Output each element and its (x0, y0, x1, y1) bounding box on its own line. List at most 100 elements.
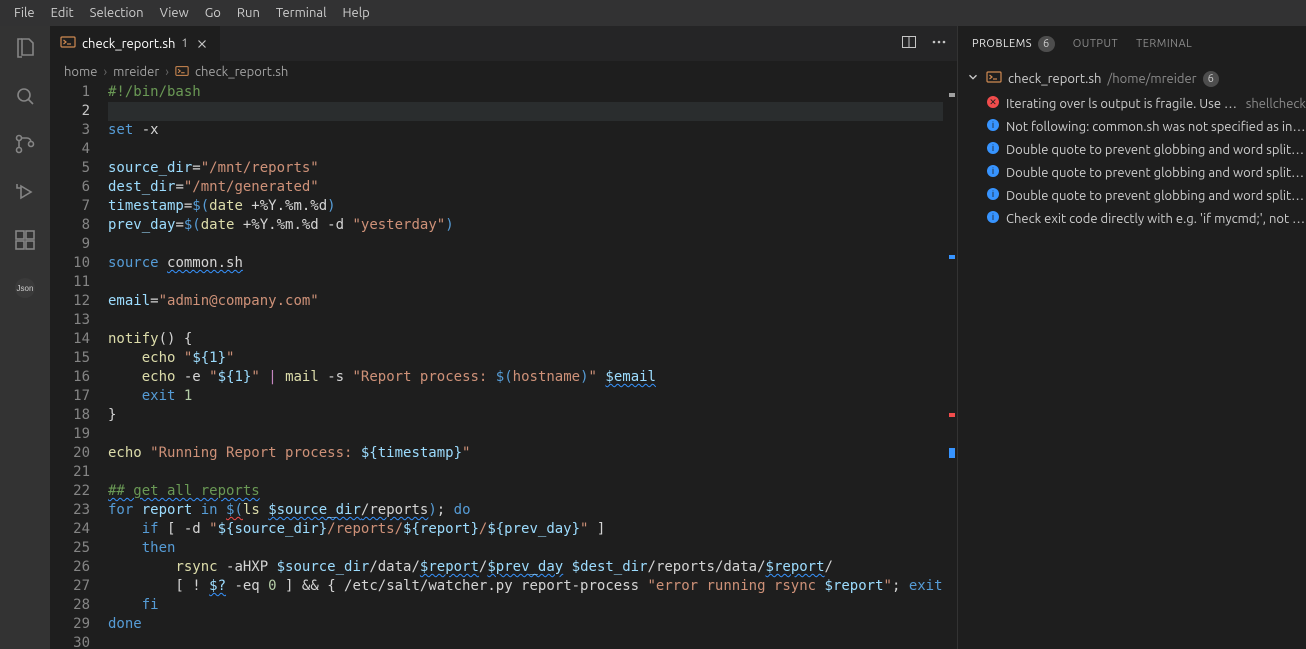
svg-text:i: i (992, 166, 994, 176)
line-number: 12 (50, 292, 90, 311)
extensions-icon[interactable] (11, 226, 39, 254)
line-number-gutter: 1234567891011121314151617181920212223242… (50, 83, 108, 649)
tab-check-report[interactable]: check_report.sh 1 (50, 26, 221, 61)
code-line[interactable] (108, 235, 943, 254)
code-line[interactable]: done (108, 615, 943, 634)
code-line[interactable]: fi (108, 596, 943, 615)
menu-go[interactable]: Go (197, 0, 229, 26)
menu-selection[interactable]: Selection (82, 0, 152, 26)
line-number: 24 (50, 520, 90, 539)
svg-text:i: i (992, 189, 994, 199)
badge: 6 (1203, 71, 1219, 87)
split-editor-icon[interactable] (901, 34, 917, 53)
problem-item[interactable]: iNot following: common.sh was not specif… (966, 115, 1306, 138)
line-number: 11 (50, 273, 90, 292)
code-line[interactable] (108, 273, 943, 292)
code-line[interactable]: [ ! $? -eq 0 ] && { /etc/salt/watcher.py… (108, 577, 943, 596)
code-line[interactable] (108, 102, 943, 121)
breadcrumb-segment[interactable]: mreider (113, 65, 159, 79)
code-line[interactable]: source common.sh (108, 254, 943, 273)
files-icon[interactable] (11, 34, 39, 62)
menu-file[interactable]: File (6, 0, 43, 26)
svg-text:i: i (992, 212, 994, 222)
line-number: 28 (50, 596, 90, 615)
problem-item[interactable]: iDouble quote to prevent globbing and wo… (966, 184, 1306, 207)
line-number: 14 (50, 330, 90, 349)
source-control-icon[interactable] (11, 130, 39, 158)
panel-tab-terminal[interactable]: TERMINAL (1136, 38, 1192, 50)
line-number: 29 (50, 615, 90, 634)
code-line[interactable] (108, 425, 943, 444)
problem-item[interactable]: iDouble quote to prevent globbing and wo… (966, 138, 1306, 161)
menu-view[interactable]: View (152, 0, 197, 26)
menu-terminal[interactable]: Terminal (268, 0, 335, 26)
tab-filename: check_report.sh (82, 37, 175, 51)
code-line[interactable] (108, 634, 943, 649)
json-icon[interactable]: Json (11, 274, 39, 302)
code-line[interactable]: for report in $(ls $source_dir/reports);… (108, 501, 943, 520)
breadcrumb-file[interactable]: check_report.sh (195, 65, 288, 79)
code-line[interactable]: dest_dir="/mnt/generated" (108, 178, 943, 197)
search-icon[interactable] (11, 82, 39, 110)
code-line[interactable]: rsync -aHXP $source_dir/data/$report/$pr… (108, 558, 943, 577)
code-line[interactable] (108, 463, 943, 482)
panel-tab-problems[interactable]: PROBLEMS6 (972, 36, 1055, 52)
error-icon: ✕ (986, 95, 1000, 112)
problem-message: Not following: common.sh was not specifi… (1006, 120, 1306, 134)
code-line[interactable]: exit 1 (108, 387, 943, 406)
code-line[interactable] (108, 311, 943, 330)
code-line[interactable]: notify() { (108, 330, 943, 349)
shell-file-icon (60, 34, 76, 53)
line-number: 26 (50, 558, 90, 577)
chevron-right-icon: › (165, 65, 169, 79)
code-content[interactable]: #!/bin/bash set -x source_dir="/mnt/report… (108, 83, 943, 649)
close-icon[interactable] (194, 36, 210, 52)
chevron-down-icon (966, 70, 980, 87)
line-number: 22 (50, 482, 90, 501)
overview-ruler[interactable] (943, 83, 957, 649)
problem-message: Double quote to prevent globbing and wor… (1006, 166, 1306, 180)
code-line[interactable]: echo "Running Report process: ${timestam… (108, 444, 943, 463)
info-icon: i (986, 141, 1000, 158)
line-number: 13 (50, 311, 90, 330)
code-line[interactable]: email="admin@company.com" (108, 292, 943, 311)
code-line[interactable]: } (108, 406, 943, 425)
editor-group: check_report.sh 1 home›mreider›check_rep… (50, 26, 957, 649)
code-line[interactable]: set -x (108, 121, 943, 140)
code-line[interactable]: then (108, 539, 943, 558)
problem-item[interactable]: i Double quote to prevent globbing and wo… (966, 161, 1306, 184)
line-number: 18 (50, 406, 90, 425)
problem-item[interactable]: ✕Iterating over ls output is fragile. Us… (966, 92, 1306, 115)
problems-file-row[interactable]: check_report.sh/home/mreider6 (966, 65, 1306, 92)
code-line[interactable]: #!/bin/bash (108, 83, 943, 102)
line-number: 8 (50, 216, 90, 235)
shell-file-icon (986, 69, 1002, 88)
code-line[interactable] (108, 140, 943, 159)
line-number: 2 (50, 102, 90, 121)
line-number: 1 (50, 83, 90, 102)
code-line[interactable]: if [ -d "${source_dir}/reports/${report}… (108, 520, 943, 539)
line-number: 19 (50, 425, 90, 444)
line-number: 4 (50, 140, 90, 159)
menu-help[interactable]: Help (334, 0, 377, 26)
breadcrumb-segment[interactable]: home (64, 65, 97, 79)
breadcrumb[interactable]: home›mreider›check_report.sh (50, 61, 957, 83)
line-number: 17 (50, 387, 90, 406)
panel-tab-output[interactable]: OUTPUT (1073, 38, 1118, 50)
debug-icon[interactable] (11, 178, 39, 206)
code-line[interactable]: timestamp=$(date +%Y.%m.%d) (108, 197, 943, 216)
code-line[interactable]: prev_day=$(date +%Y.%m.%d -d "yesterday"… (108, 216, 943, 235)
code-line[interactable]: echo -e "${1}" | mail -s "Report process… (108, 368, 943, 387)
svg-text:✕: ✕ (989, 97, 997, 107)
line-number: 25 (50, 539, 90, 558)
problem-item[interactable]: iCheck exit code directly with e.g. 'if … (966, 207, 1306, 230)
info-icon: i (986, 187, 1000, 204)
menu-edit[interactable]: Edit (43, 0, 82, 26)
menu-run[interactable]: Run (229, 0, 268, 26)
code-line[interactable]: echo "${1}" (108, 349, 943, 368)
code-line[interactable]: ## get all reports (108, 482, 943, 501)
code-editor[interactable]: 1234567891011121314151617181920212223242… (50, 83, 957, 649)
more-actions-icon[interactable] (931, 34, 947, 53)
problems-panel: PROBLEMS6 OUTPUT TERMINAL check_report.sh/… (957, 26, 1306, 649)
code-line[interactable]: source_dir="/mnt/reports" (108, 159, 943, 178)
